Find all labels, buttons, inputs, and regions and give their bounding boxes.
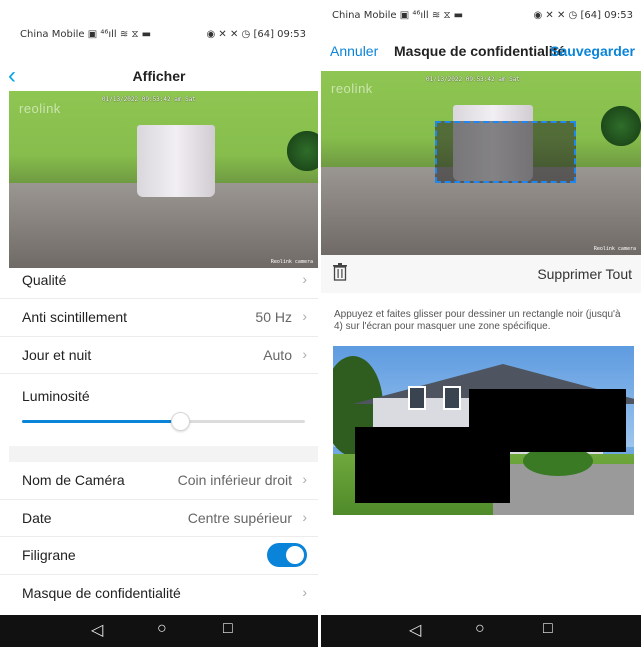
reolink-logo: reolink: [331, 81, 373, 96]
camera-name-label: Nom de Caméra: [22, 472, 125, 488]
example-mask-2: [355, 427, 510, 503]
anti-flicker-value: 50 Hz: [255, 309, 292, 325]
reolink-logo: reolink: [19, 101, 61, 116]
date-row[interactable]: Date Centre supérieur ›: [0, 500, 318, 537]
home-nav-icon[interactable]: ○: [475, 620, 485, 638]
chevron-right-icon: ›: [302, 346, 307, 362]
instruction-text: Appuyez et faites glisser pour dessiner …: [334, 309, 621, 332]
chevron-right-icon: ›: [302, 471, 307, 487]
delete-bar: Supprimer Tout: [321, 255, 641, 293]
display-settings-screen: China Mobile ▣ ⁴⁶ıll ≋ ⧖ ▬ ◉ ✕ ✕ ◷ [64] …: [0, 0, 318, 647]
day-night-label: Jour et nuit: [22, 347, 92, 363]
camera-name-value: Coin inférieur droit: [177, 472, 292, 488]
chevron-right-icon: ›: [302, 584, 307, 600]
mask-editor-preview[interactable]: reolink 01/13/2022 09:53:42 am Sat Reoli…: [321, 71, 641, 255]
privacy-mask-screen: China Mobile ▣ ⁴⁶ıll ≋ ⧖ ▬ ◉ ✕ ✕ ◷ [64] …: [321, 0, 641, 647]
anti-flicker-row[interactable]: Anti scintillement 50 Hz ›: [0, 299, 318, 336]
date-value: Centre supérieur: [187, 510, 292, 526]
bucket-object: [137, 125, 215, 197]
cancel-button[interactable]: Annuler: [330, 43, 378, 59]
privacy-mask-label: Masque de confidentialité: [22, 585, 181, 601]
recent-apps-icon[interactable]: □: [543, 620, 553, 638]
brightness-label: Luminosité: [22, 388, 90, 404]
day-night-value: Auto: [263, 347, 292, 363]
brightness-slider-thumb[interactable]: [171, 412, 190, 431]
video-timestamp: 01/13/2022 09:53:42 am Sat: [102, 96, 196, 103]
video-timestamp: 01/13/2022 09:53:42 am Sat: [426, 76, 520, 83]
quality-label: Qualité: [22, 272, 67, 288]
status-icons: ◉ ✕ ✕ ◷ [64] 09:53: [206, 29, 306, 40]
chevron-right-icon: ›: [302, 509, 307, 525]
delete-all-button[interactable]: Supprimer Tout: [537, 266, 632, 282]
status-bar: China Mobile ▣ ⁴⁶ıll ≋ ⧖ ▬ ◉ ✕ ✕ ◷ [64] …: [321, 4, 641, 30]
system-nav-bar: ◁ ○ □: [321, 615, 641, 647]
recent-apps-icon[interactable]: □: [223, 620, 233, 638]
back-nav-icon[interactable]: ◁: [91, 620, 103, 640]
status-icons: ◉ ✕ ✕ ◷ [64] 09:53: [533, 10, 633, 21]
quality-row[interactable]: Qualité ›: [0, 262, 318, 299]
live-preview: reolink 01/13/2022 09:53:42 am Sat Reoli…: [9, 91, 318, 268]
page-title: Masque de confidentialité: [394, 43, 566, 59]
watermark-toggle[interactable]: [267, 543, 307, 567]
date-label: Date: [22, 510, 52, 526]
chevron-right-icon: ›: [302, 308, 307, 324]
home-nav-icon[interactable]: ○: [157, 620, 167, 638]
status-bar: China Mobile ▣ ⁴⁶ıll ≋ ⧖ ▬ ◉ ✕ ✕ ◷ [64] …: [0, 20, 318, 46]
carrier-text: China Mobile ▣ ⁴⁶ıll ≋ ⧖ ▬: [20, 29, 152, 40]
carrier-text: China Mobile ▣ ⁴⁶ıll ≋ ⧖ ▬: [332, 10, 464, 21]
page-title: Afficher: [132, 68, 186, 84]
trash-icon[interactable]: [333, 263, 347, 281]
brightness-row: Luminosité: [0, 378, 318, 415]
system-nav-bar: ◁ ○ □: [0, 615, 318, 647]
chevron-right-icon: ›: [302, 271, 307, 287]
day-night-row[interactable]: Jour et nuit Auto ›: [0, 337, 318, 374]
clock: 09:53: [604, 10, 633, 21]
back-nav-icon[interactable]: ◁: [409, 620, 421, 640]
watermark-label: Filigrane: [22, 547, 76, 563]
save-button[interactable]: Sauvegarder: [550, 43, 635, 59]
example-illustration: [333, 346, 634, 515]
privacy-mask-rectangle[interactable]: [435, 121, 576, 183]
camera-name-row[interactable]: Nom de Caméra Coin inférieur droit ›: [0, 462, 318, 499]
watermark-row: Filigrane: [0, 537, 318, 574]
clock: 09:53: [277, 29, 306, 40]
section-divider: [9, 446, 318, 462]
brightness-slider-fill: [22, 420, 180, 423]
camera-name-overlay: Reolink camera: [593, 246, 636, 252]
anti-flicker-label: Anti scintillement: [22, 309, 128, 325]
privacy-mask-row[interactable]: Masque de confidentialité ›: [0, 575, 318, 612]
